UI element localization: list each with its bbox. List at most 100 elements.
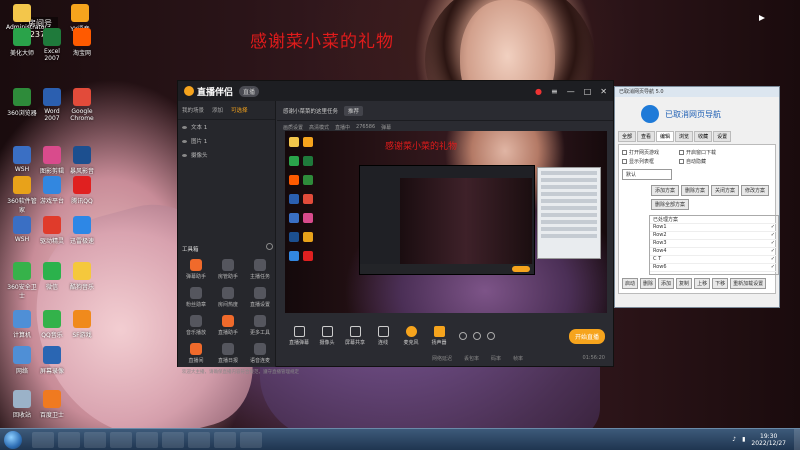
- toolbox-item[interactable]: 直播间: [180, 343, 212, 364]
- helper-footer-button[interactable]: 添加: [658, 278, 675, 289]
- list-item[interactable]: Row6 ✓: [650, 264, 778, 272]
- close-scheme-button[interactable]: 关闭方案: [711, 185, 740, 196]
- list-item[interactable]: Row3 ✓: [650, 240, 778, 248]
- network-icon[interactable]: ▮: [742, 436, 745, 443]
- desktop-icon[interactable]: 驱动精灵: [36, 216, 68, 245]
- desktop-icon[interactable]: 淘宝网: [66, 28, 98, 57]
- settings-icon[interactable]: [487, 332, 495, 340]
- desktop-icon[interactable]: 暴风影音: [66, 146, 98, 175]
- desktop-icon[interactable]: 屏幕录像: [36, 346, 68, 375]
- visibility-icon[interactable]: [182, 153, 187, 157]
- helper-footer-button[interactable]: 上移: [694, 278, 711, 289]
- desktop-icon[interactable]: QQ音乐: [36, 310, 68, 339]
- camera-button[interactable]: 摄像头: [313, 326, 341, 346]
- taskbar-chrome-icon[interactable]: [188, 431, 210, 448]
- start-live-button[interactable]: 开始直播: [568, 328, 605, 344]
- eye-icon[interactable]: [473, 332, 481, 340]
- taskbar-game-icon[interactable]: [110, 431, 132, 448]
- desktop-icon[interactable]: 酷狗音乐: [66, 262, 98, 291]
- helper-footer-button[interactable]: 启动: [622, 278, 639, 289]
- microphone-button[interactable]: 麦克风: [397, 326, 425, 346]
- speaker-button[interactable]: 扬声器: [425, 326, 453, 346]
- toolbox-item[interactable]: 粉丝勋章: [180, 287, 212, 308]
- toolbox-item[interactable]: 更多工具: [244, 315, 276, 336]
- toolbox-item[interactable]: 房间热度: [212, 287, 244, 308]
- show-desktop-button[interactable]: [794, 428, 800, 450]
- desktop-icon[interactable]: Excel 2007: [36, 28, 68, 62]
- record-icon[interactable]: [459, 332, 467, 340]
- desktop-icon[interactable]: 图影剪辑: [36, 146, 68, 175]
- hd-mode[interactable]: 高清模式: [309, 124, 329, 131]
- desktop-icon[interactable]: Word 2007: [36, 88, 68, 122]
- scheme-dropdown[interactable]: 默认: [622, 169, 672, 180]
- toolbox-close-icon[interactable]: [266, 243, 273, 250]
- helper-footer-button[interactable]: 重新加载设置: [730, 278, 767, 289]
- danmaku-toggle[interactable]: 弹幕: [381, 124, 391, 131]
- helper-tab[interactable]: 编辑: [656, 131, 675, 142]
- option-list-box[interactable]: 显示列表框: [622, 158, 654, 165]
- helper-tab[interactable]: 查看: [637, 131, 656, 142]
- tab-my-scenes[interactable]: 我的场景: [182, 106, 204, 114]
- recommend-pill[interactable]: 推荐: [344, 105, 364, 116]
- minimize-button[interactable]: —: [567, 87, 575, 96]
- screen-share-button[interactable]: 屏幕共享: [341, 326, 369, 346]
- desktop-icon[interactable]: 迅雷极速: [66, 216, 98, 245]
- taskbar-live-icon[interactable]: [162, 431, 184, 448]
- danmaku-button[interactable]: 直播弹幕: [285, 326, 313, 346]
- volume-icon[interactable]: ♪: [732, 436, 736, 443]
- scene-item[interactable]: 摄像头: [178, 148, 275, 162]
- toolbox-item[interactable]: 房管助手: [212, 259, 244, 280]
- visibility-icon[interactable]: [182, 139, 187, 143]
- delete-all-button[interactable]: 删除全部方案: [651, 199, 690, 210]
- edit-scheme-button[interactable]: 修改方案: [741, 185, 770, 196]
- option-window-download[interactable]: 开启窗口下载: [679, 149, 716, 156]
- option-web-game[interactable]: 打开网页游戏: [622, 149, 659, 156]
- checkbox[interactable]: [622, 159, 627, 164]
- visibility-icon[interactable]: [182, 125, 187, 129]
- quality-setting[interactable]: 画质设置: [283, 124, 303, 131]
- clock[interactable]: 19:30 2022/12/27: [751, 433, 786, 447]
- helper-tab[interactable]: 收藏: [694, 131, 713, 142]
- delete-scheme-button[interactable]: 删除方案: [681, 185, 710, 196]
- desktop-icon[interactable]: 百度卫士: [36, 390, 68, 419]
- helper-tab[interactable]: 全部: [618, 131, 637, 142]
- checkbox[interactable]: [679, 159, 684, 164]
- taskbar-app-icon[interactable]: [136, 431, 158, 448]
- list-item[interactable]: C T ✓: [650, 256, 778, 264]
- connect-button[interactable]: 连线: [369, 326, 397, 346]
- desktop-icon[interactable]: 计算机: [6, 310, 38, 339]
- checkbox[interactable]: [622, 150, 627, 155]
- toolbox-item[interactable]: 直播日报: [212, 343, 244, 364]
- desktop-icon[interactable]: 回收站: [6, 390, 38, 419]
- app-badge[interactable]: 直播: [239, 85, 260, 97]
- add-scheme-button[interactable]: 添加方案: [651, 185, 680, 196]
- desktop-icon[interactable]: 360软件管家: [6, 176, 38, 214]
- desktop-icon[interactable]: SF游戏: [66, 310, 98, 339]
- notification-icon[interactable]: ●: [535, 87, 542, 96]
- helper-tab[interactable]: 浏览: [675, 131, 694, 142]
- tab-add[interactable]: 添加: [212, 106, 223, 114]
- toolbox-item[interactable]: 音乐播放: [180, 315, 212, 336]
- desktop-icon[interactable]: WSH: [6, 146, 38, 173]
- expand-icon[interactable]: [757, 8, 767, 21]
- taskbar-ie-icon[interactable]: [32, 431, 54, 448]
- helper-footer-button[interactable]: 下移: [712, 278, 729, 289]
- toolbox-item[interactable]: 语音连麦: [244, 343, 276, 364]
- toolbox-item[interactable]: 弹幕助手: [180, 259, 212, 280]
- start-button[interactable]: [4, 430, 22, 449]
- taskbar-folder-icon[interactable]: [58, 431, 80, 448]
- checkbox[interactable]: [679, 150, 684, 155]
- desktop-icon[interactable]: 微信: [36, 262, 68, 291]
- maximize-button[interactable]: □: [584, 87, 592, 96]
- toolbox-item[interactable]: 直播设置: [244, 287, 276, 308]
- stream-preview[interactable]: 感谢菜小菜的礼物: [285, 131, 607, 313]
- taskbar-word-icon[interactable]: [214, 431, 236, 448]
- menu-icon[interactable]: ≡: [551, 87, 558, 96]
- option-auto-hide[interactable]: 自动隐藏: [679, 158, 706, 165]
- desktop-icon[interactable]: 360安全卫士: [6, 262, 38, 300]
- list-item[interactable]: Row2 ✓: [650, 232, 778, 240]
- desktop-icon[interactable]: Administrator: [6, 4, 47, 31]
- helper-footer-button[interactable]: 复制: [676, 278, 693, 289]
- desktop-icon[interactable]: 游戏平台: [36, 176, 68, 205]
- toolbox-item[interactable]: 主播任务: [244, 259, 276, 280]
